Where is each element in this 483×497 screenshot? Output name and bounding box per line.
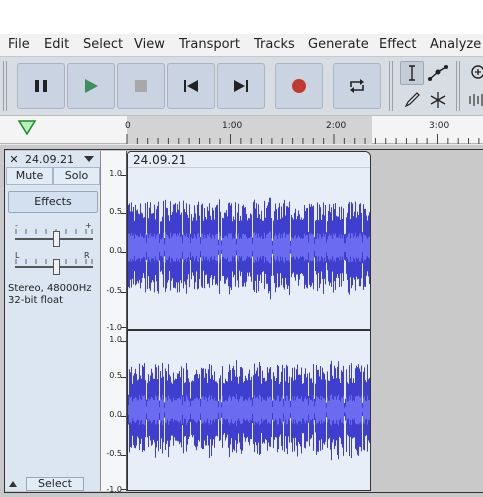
menu-edit[interactable]: Edit bbox=[44, 37, 69, 52]
collapse-track-icon[interactable] bbox=[8, 480, 18, 488]
skip-to-end-icon bbox=[234, 80, 248, 92]
track-info: Stereo, 48000Hz 32-bit float bbox=[8, 283, 92, 307]
envelope-tool-icon bbox=[428, 65, 448, 81]
scale-label-m05-bottom: -0.5 bbox=[106, 449, 122, 458]
scale-label-m1-top: -1.0 bbox=[106, 323, 122, 332]
meter-grip[interactable] bbox=[456, 61, 462, 111]
envelope-tool[interactable] bbox=[426, 61, 450, 85]
menu-tracks[interactable]: Tracks bbox=[254, 37, 295, 52]
gain-slider-thumb[interactable] bbox=[53, 231, 60, 247]
stop-icon bbox=[135, 80, 147, 92]
menu-effect[interactable]: Effect bbox=[379, 37, 416, 52]
selection-tool[interactable] bbox=[400, 61, 424, 85]
scale-label-m05-top: -0.5 bbox=[106, 286, 122, 295]
level-meter[interactable] bbox=[465, 88, 483, 112]
stop-button[interactable] bbox=[117, 63, 165, 109]
scale-label-m1-bottom: -1.0 bbox=[106, 485, 122, 494]
track-bit-depth: 32-bit float bbox=[8, 295, 64, 306]
solo-button[interactable]: Solo bbox=[53, 167, 100, 185]
skip-to-start-icon bbox=[184, 80, 198, 92]
menu-view[interactable]: View bbox=[134, 37, 165, 52]
waveform-left-channel[interactable] bbox=[128, 169, 371, 330]
play-icon bbox=[85, 79, 98, 93]
clip-title-bar[interactable]: 24.09.21 bbox=[128, 152, 370, 168]
waveform-right-channel[interactable] bbox=[128, 332, 371, 491]
ruler-label-1: 1:00 bbox=[222, 121, 243, 131]
pause-icon bbox=[35, 80, 47, 92]
play-button[interactable] bbox=[67, 63, 115, 109]
scale-label-05-bottom: 0.5 bbox=[109, 371, 122, 380]
channel-separator[interactable] bbox=[128, 329, 370, 331]
track-name-menu[interactable]: 24.09.21 bbox=[25, 153, 83, 166]
record-button[interactable] bbox=[275, 63, 323, 109]
amplitude-ruler[interactable]: 1.0 0.5 0.0 -0.5 -1.0 1.0 0.5 0.0 -0.5 -… bbox=[101, 151, 127, 494]
select-track-button[interactable]: Select bbox=[26, 477, 84, 491]
menu-select[interactable]: Select bbox=[83, 37, 123, 52]
multi-tool-icon bbox=[430, 92, 446, 108]
scale-label-0-bottom: 0.0 bbox=[109, 410, 122, 419]
timeline-ruler[interactable]: 0 1:00 2:00 3:00 bbox=[0, 116, 483, 144]
mute-button[interactable]: Mute bbox=[6, 167, 53, 185]
track-control-panel: ✕ 24.09.21 Mute Solo Effects - + L R Ste… bbox=[5, 151, 101, 491]
multi-tool[interactable] bbox=[426, 88, 450, 112]
tools-grip[interactable] bbox=[389, 61, 395, 111]
skip-to-end-button[interactable] bbox=[217, 63, 265, 109]
menu-file[interactable]: File bbox=[8, 37, 30, 52]
menu-generate[interactable]: Generate bbox=[308, 37, 369, 52]
ruler-label-3: 3:00 bbox=[429, 121, 450, 131]
effects-button[interactable]: Effects bbox=[8, 191, 98, 213]
pan-slider-thumb[interactable] bbox=[53, 259, 60, 275]
ruler-label-2: 2:00 bbox=[326, 121, 347, 131]
draw-tool-icon bbox=[404, 92, 420, 108]
zoom-in-icon bbox=[471, 65, 483, 79]
window-top-strip bbox=[0, 0, 483, 34]
scale-label-0-top: 0.0 bbox=[109, 246, 122, 255]
menu-transport[interactable]: Transport bbox=[179, 37, 240, 52]
selection-tool-icon bbox=[409, 65, 415, 81]
close-track-icon[interactable]: ✕ bbox=[5, 153, 23, 166]
pan-slider[interactable] bbox=[15, 259, 93, 275]
track-format: Stereo, 48000Hz bbox=[8, 283, 92, 294]
menu-analyze[interactable]: Analyze bbox=[430, 37, 481, 52]
scale-label-1-bottom: 1.0 bbox=[109, 335, 122, 344]
loop-icon bbox=[350, 79, 364, 93]
zoom-in-button[interactable] bbox=[465, 61, 483, 85]
scale-label-1-top: 1.0 bbox=[109, 169, 122, 178]
scale-label-05-top: 0.5 bbox=[109, 207, 122, 216]
pause-button[interactable] bbox=[17, 63, 65, 109]
level-meter-icon bbox=[469, 94, 483, 106]
menu-bar: File Edit Select View Transport Tracks G… bbox=[0, 34, 483, 56]
gain-slider[interactable] bbox=[15, 231, 93, 247]
chevron-down-icon[interactable] bbox=[83, 155, 95, 163]
track-area[interactable]: ✕ 24.09.21 Mute Solo Effects - + L R Ste… bbox=[0, 145, 483, 497]
transport-toolbar bbox=[0, 56, 483, 116]
skip-to-start-button[interactable] bbox=[167, 63, 215, 109]
ruler-label-0: 0 bbox=[125, 121, 131, 131]
loop-button[interactable] bbox=[333, 63, 381, 109]
clip-name: 24.09.21 bbox=[133, 153, 187, 167]
audio-clip[interactable]: 24.09.21 bbox=[127, 151, 371, 491]
toolbar-grip[interactable] bbox=[3, 61, 9, 111]
draw-tool[interactable] bbox=[400, 88, 424, 112]
record-icon bbox=[292, 79, 306, 93]
